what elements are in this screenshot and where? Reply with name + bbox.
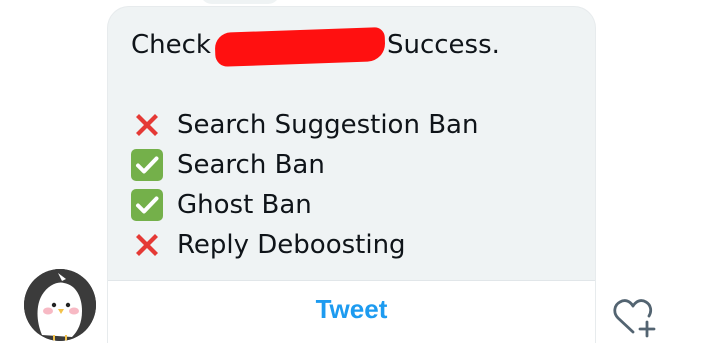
check-line: Check Success.	[131, 25, 575, 67]
add-reaction-button[interactable]	[612, 296, 662, 338]
message-text: Check Success. Search Suggestion Ban Sea…	[131, 25, 575, 265]
result-row-search-suggestion-ban: Search Suggestion Ban	[131, 105, 575, 145]
check-mark-icon	[131, 149, 163, 181]
check-prefix: Check	[131, 30, 211, 60]
result-label: Ghost Ban	[177, 190, 312, 220]
result-label: Search Ban	[177, 150, 325, 180]
cross-mark-icon	[131, 109, 163, 141]
cross-mark-icon	[131, 229, 163, 261]
message-bubble[interactable]: Check Success. Search Suggestion Ban Sea…	[107, 6, 596, 343]
heart-plus-icon	[613, 299, 656, 338]
result-row-search-ban: Search Ban	[131, 145, 575, 185]
dm-conversation: Check Success. Search Suggestion Ban Sea…	[0, 0, 720, 343]
tweet-button[interactable]: Tweet	[316, 294, 388, 325]
result-label: Reply Deboosting	[177, 230, 406, 260]
result-row-ghost-ban: Ghost Ban	[131, 185, 575, 225]
redacted-username	[214, 27, 386, 67]
check-suffix: Success.	[386, 30, 500, 60]
avatar[interactable]	[24, 269, 96, 341]
bird-avatar-icon	[24, 269, 96, 341]
previous-message-bubble	[200, 0, 280, 4]
result-label: Search Suggestion Ban	[177, 110, 479, 140]
check-mark-icon	[131, 189, 163, 221]
tweet-card-footer: Tweet	[108, 281, 595, 343]
result-row-reply-deboosting: Reply Deboosting	[131, 225, 575, 265]
